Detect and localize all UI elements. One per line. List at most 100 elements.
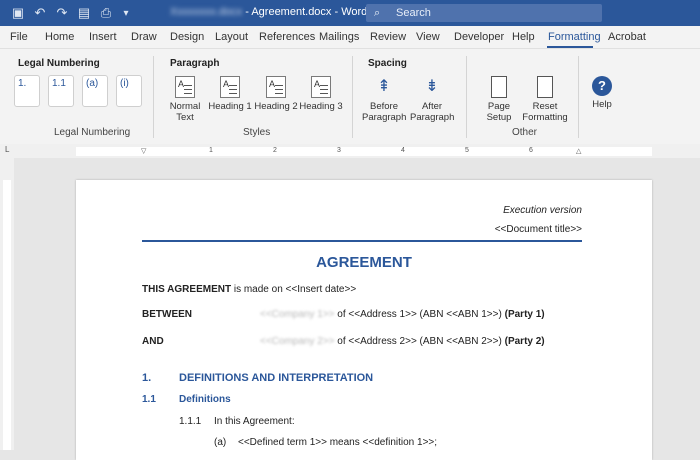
tab-layout[interactable]: Layout — [215, 31, 248, 43]
heading-2-style-button[interactable]: A Heading 2 — [254, 76, 298, 112]
ribbon-tabs: File Home Insert Draw Design Layout Refe… — [0, 26, 700, 49]
ruler-right-indent-icon[interactable]: △ — [576, 147, 581, 155]
section-1-1-title: Definitions — [179, 394, 231, 405]
style-label: Heading 3 — [299, 101, 343, 112]
styles-footer: Styles — [243, 127, 271, 138]
paragraph-title: Paragraph — [170, 58, 220, 69]
party-2-tag: (Party 2) — [504, 336, 545, 347]
company-1-placeholder: <<Company 1>> — [260, 309, 335, 320]
ruler-number: 2 — [273, 147, 277, 154]
clause-a-number: (a) — [214, 437, 227, 448]
help-label: Help — [592, 99, 612, 110]
tab-formatting[interactable]: Formatting — [548, 31, 601, 43]
page-setup-label: Page Setup — [486, 101, 512, 123]
legal-number-label: 1.1 — [52, 78, 66, 89]
heading-1-style-button[interactable]: A Heading 1 — [208, 76, 252, 112]
ruler-track: ▽ 1 2 3 4 5 6 △ — [76, 147, 652, 156]
spacing-title: Spacing — [368, 58, 407, 69]
window-title: Xxxxxxxx.docx - Agreement.docx - Word — [170, 6, 367, 18]
party-1-line: <<Company 1>> of <<Address 1>> (ABN <<AB… — [260, 309, 545, 320]
tab-insert[interactable]: Insert — [89, 31, 117, 43]
customize-toolbar-icon[interactable]: ▾ — [118, 5, 134, 21]
after-paragraph-button[interactable]: ⇟ After Paragraph — [410, 76, 454, 123]
group-separator — [466, 56, 467, 138]
tab-design[interactable]: Design — [170, 31, 204, 43]
legal-number-label: (i) — [120, 78, 129, 89]
tab-home[interactable]: Home — [45, 31, 74, 43]
ruler-number: 3 — [337, 147, 341, 154]
spacing-before-icon: ⇞ — [377, 78, 391, 95]
page-icon — [537, 76, 553, 98]
tab-draw[interactable]: Draw — [131, 31, 157, 43]
active-tab-indicator — [547, 46, 593, 48]
before-label-2: Paragraph — [362, 112, 407, 123]
legal-numbering-title: Legal Numbering — [18, 58, 100, 69]
legal-numbering-level-4-button[interactable]: (i) — [116, 75, 142, 107]
before-paragraph-button[interactable]: ⇞ Before Paragraph — [362, 76, 406, 123]
legal-number-label: (a) — [86, 78, 99, 89]
tab-references[interactable]: References — [259, 31, 315, 43]
document-page[interactable]: Execution version <<Document title>> AGR… — [76, 180, 652, 460]
style-icon: A — [266, 76, 286, 98]
group-separator — [578, 56, 579, 138]
normal-text-style-button[interactable]: A Normal Text — [165, 76, 205, 123]
section-1-1-1-number: 1.1.1 — [179, 416, 202, 427]
after-label-2: Paragraph — [410, 112, 455, 123]
section-1-number: 1. — [142, 372, 152, 384]
tab-file[interactable]: File — [10, 31, 28, 43]
party-2-line: <<Company 2>> of <<Address 2>> (ABN <<AB… — [260, 336, 545, 347]
legal-numbering-level-3-button[interactable]: (a) — [82, 75, 108, 107]
tab-view[interactable]: View — [416, 31, 440, 43]
spacing-after-icon: ⇟ — [425, 78, 439, 95]
style-icon: A — [220, 76, 240, 98]
agreement-intro: THIS AGREEMENT is made on <<Insert date>… — [142, 284, 356, 295]
page-icon — [491, 76, 507, 98]
ruler-number: 4 — [401, 147, 405, 154]
company-2-placeholder: <<Company 2>> — [260, 336, 335, 347]
execution-version: Execution version — [503, 205, 582, 216]
tab-review[interactable]: Review — [370, 31, 406, 43]
horizontal-ruler[interactable]: L ▽ 1 2 3 4 5 6 △ — [0, 144, 700, 158]
reset-label: Reset — [532, 101, 558, 112]
tab-stop-icon[interactable]: L — [5, 145, 9, 154]
title-prefix: Xxxxxxxx.docx — [170, 6, 243, 18]
style-icon: A — [175, 76, 195, 98]
ruler-indent-marker-icon[interactable]: ▽ — [141, 147, 146, 155]
help-button[interactable]: ? Help — [584, 76, 620, 110]
save-icon[interactable]: ▣ — [10, 5, 26, 21]
ruler-number: 5 — [465, 147, 469, 154]
help-icon: ? — [592, 76, 612, 96]
agreement-date: is made on <<Insert date>> — [231, 284, 357, 295]
style-label-2: Text — [176, 112, 194, 123]
page-setup-button[interactable]: Page Setup — [476, 76, 522, 123]
between-label: BETWEEN — [142, 309, 192, 320]
search-box[interactable]: ⌕ Search — [366, 4, 602, 22]
vertical-ruler[interactable] — [0, 158, 14, 450]
legal-numbering-level-2-button[interactable]: 1.1 — [48, 75, 74, 107]
after-label: After — [421, 101, 443, 112]
style-label: Normal — [169, 101, 201, 112]
ruler-number: 1 — [209, 147, 213, 154]
section-1-1-number: 1.1 — [142, 394, 156, 405]
tab-acrobat[interactable]: Acrobat — [608, 31, 646, 43]
heading-3-style-button[interactable]: A Heading 3 — [299, 76, 343, 112]
agreement-bold: THIS AGREEMENT — [142, 284, 232, 295]
tab-mailings[interactable]: Mailings — [319, 31, 359, 43]
tab-help[interactable]: Help — [512, 31, 535, 43]
style-icon: A — [311, 76, 331, 98]
redo-icon[interactable]: ↷ — [54, 5, 70, 21]
group-separator — [352, 56, 353, 138]
undo-icon[interactable]: ↶ — [32, 5, 48, 21]
quick-save-icon[interactable]: ▤ — [76, 5, 92, 21]
legal-number-label: 1. — [18, 78, 27, 89]
tab-developer[interactable]: Developer — [454, 31, 504, 43]
legal-numbering-level-1-button[interactable]: 1. — [14, 75, 40, 107]
style-label: Heading 2 — [254, 101, 298, 112]
reset-formatting-button[interactable]: Reset Formatting — [522, 76, 568, 123]
other-footer: Other — [512, 127, 538, 138]
print-preview-icon[interactable]: ⎙ — [98, 5, 114, 21]
style-label: Heading 1 — [208, 101, 252, 112]
section-1-title: DEFINITIONS AND INTERPRETATION — [179, 372, 374, 384]
legal-numbering-footer: Legal Numbering — [54, 127, 131, 138]
agreement-heading: AGREEMENT — [316, 254, 412, 271]
